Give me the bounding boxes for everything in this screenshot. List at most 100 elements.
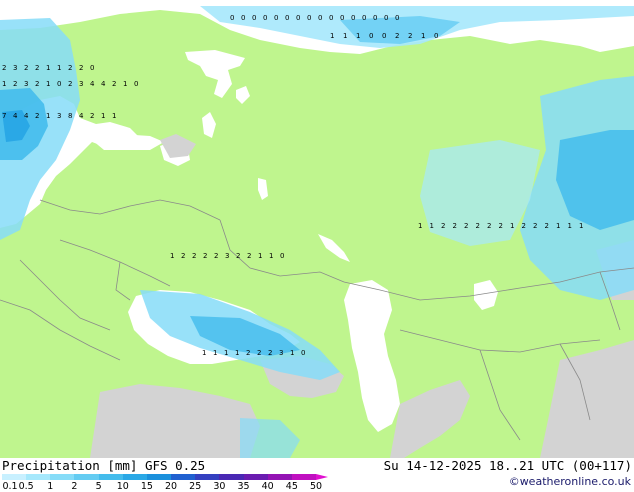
credit-link[interactable]: ©weatheronline.co.uk — [509, 475, 631, 488]
precip-value-label: 3 — [57, 112, 61, 120]
map-canvas: 0 0 0 0 0 0 0 0 0 0 0 0 0 0 0 01 1 1 0 0 2 2 1 02 3 2 2 1 1 2 2 01 2 3 2 1 0… — [0, 0, 634, 458]
precip-value-label: 1 — [269, 252, 273, 260]
legend-swatch — [146, 474, 172, 480]
precip-value-label: 2 — [499, 222, 503, 230]
precip-value-label: 4 — [79, 112, 84, 120]
precip-value-label: 2 — [268, 349, 272, 357]
precip-value-label: 2 — [35, 112, 39, 120]
precip-value-label: 2 — [395, 32, 399, 40]
legend-tick-label: 2 — [71, 481, 78, 492]
precip-value-label: 2 — [181, 252, 185, 260]
precip-value-label: 3 — [279, 349, 283, 357]
legend-tick-label: 20 — [165, 481, 178, 492]
precip-value-label: 2 — [13, 80, 17, 88]
precip-value-label: 0 — [307, 14, 311, 22]
precip-value-label: 2 — [236, 252, 240, 260]
precip-value-label: 2 — [192, 252, 196, 260]
precip-value-label: 0 — [280, 252, 284, 260]
precip-value-label: 0 — [57, 80, 61, 88]
precip-value-label: 0 — [241, 14, 245, 22]
precip-value-label: 0 — [434, 32, 438, 40]
map-title: Precipitation [mm] GFS 0.25 — [2, 458, 206, 473]
precip-value-label: 1 — [123, 80, 127, 88]
precip-value-label: 2 — [24, 64, 28, 72]
legend-swatch — [267, 474, 293, 480]
precip-value-label: 0 — [285, 14, 289, 22]
precip-value-label: 1 — [330, 32, 334, 40]
precip-value-label: 0 — [329, 14, 333, 22]
precip-value-label: 2 — [246, 349, 250, 357]
precip-value-label: 0 — [351, 14, 355, 22]
precip-value-label: 1 — [112, 112, 116, 120]
precip-value-label: 1 — [430, 222, 434, 230]
precip-value-label: 2 — [476, 222, 480, 230]
legend-tick-label: 50 — [309, 481, 323, 492]
legend-tick-label: 0.5 — [18, 481, 34, 492]
precip-value-label: 0 — [395, 14, 399, 22]
precip-value-label: 2 — [257, 349, 261, 357]
precip-value-label: 7 — [2, 112, 6, 120]
precip-value-label: 1 — [418, 222, 422, 230]
precip-value-label: 1 — [224, 349, 228, 357]
precip-value-label: 3 — [79, 80, 83, 88]
legend-tick-label: 40 — [261, 481, 274, 492]
precip-value-label: 1 — [343, 32, 347, 40]
precip-value-label: 1 — [57, 64, 61, 72]
precip-value-label: 2 — [545, 222, 549, 230]
legend-swatch — [50, 474, 75, 480]
precip-value-label: 0 — [134, 80, 138, 88]
legend-swatch — [219, 474, 245, 480]
precip-value-label: 1 — [579, 222, 583, 230]
precip-value-label: 1 — [556, 222, 560, 230]
legend-swatch — [2, 474, 27, 480]
precip-value-label: 0 — [296, 14, 300, 22]
precip-value-label: 1 — [568, 222, 572, 230]
precip-value-label: 2 — [453, 222, 457, 230]
precip-value-label: 4 — [24, 112, 29, 120]
legend-tick-label: 35 — [237, 481, 250, 492]
legend-swatch — [195, 474, 220, 480]
precip-value-label: 0 — [369, 32, 373, 40]
precip-value-label: 0 — [382, 32, 386, 40]
precip-value-label: 2 — [90, 112, 94, 120]
precip-value-label: 0 — [362, 14, 366, 22]
precip-value-label: 1 — [46, 80, 50, 88]
precip-value-label: 4 — [101, 80, 106, 88]
valid-time: Su 14-12-2025 18..21 UTC (00+117) — [383, 458, 632, 473]
precip-value-label: 1 — [421, 32, 425, 40]
precip-legend-bar — [2, 474, 328, 480]
precip-value-label: 2 — [203, 252, 207, 260]
precip-value-label: 0 — [274, 14, 278, 22]
legend-swatch — [171, 474, 196, 480]
precip-value-label: 2 — [408, 32, 412, 40]
precip-value-label: 8 — [68, 112, 72, 120]
precip-value-label: 0 — [340, 14, 344, 22]
legend-tick-label: 15 — [140, 481, 153, 492]
precip-value-label: 0 — [90, 64, 94, 72]
precip-value-label: 4 — [90, 80, 95, 88]
legend-swatch — [243, 474, 269, 480]
precip-value-label: 3 — [225, 252, 229, 260]
precip-value-label: 1 — [213, 349, 217, 357]
legend-tick-label: 1 — [47, 481, 54, 492]
precip-value-label: 3 — [24, 80, 28, 88]
precip-value-label: 1 — [46, 64, 50, 72]
legend-tick-label: 0.1 — [2, 481, 18, 492]
legend-swatch — [74, 474, 100, 480]
precip-value-label: 1 — [510, 222, 514, 230]
precip-value-label: 2 — [464, 222, 468, 230]
precip-value-label: 2 — [68, 80, 72, 88]
precip-value-label: 2 — [533, 222, 537, 230]
precip-value-label: 0 — [373, 14, 377, 22]
precip-value-label: 1 — [101, 112, 105, 120]
precip-value-label: 2 — [35, 64, 39, 72]
precip-value-label: 0 — [301, 349, 305, 357]
precip-value-label: 2 — [247, 252, 251, 260]
precip-value-label: 2 — [214, 252, 218, 260]
legend-tick-label: 25 — [189, 481, 202, 492]
precip-value-label: 1 — [235, 349, 239, 357]
precip-value-label: 2 — [112, 80, 116, 88]
precip-value-label: 4 — [13, 112, 18, 120]
precip-value-label: 1 — [290, 349, 294, 357]
map-footer: Precipitation [mm] GFS 0.25 Su 14-12-202… — [0, 458, 634, 492]
